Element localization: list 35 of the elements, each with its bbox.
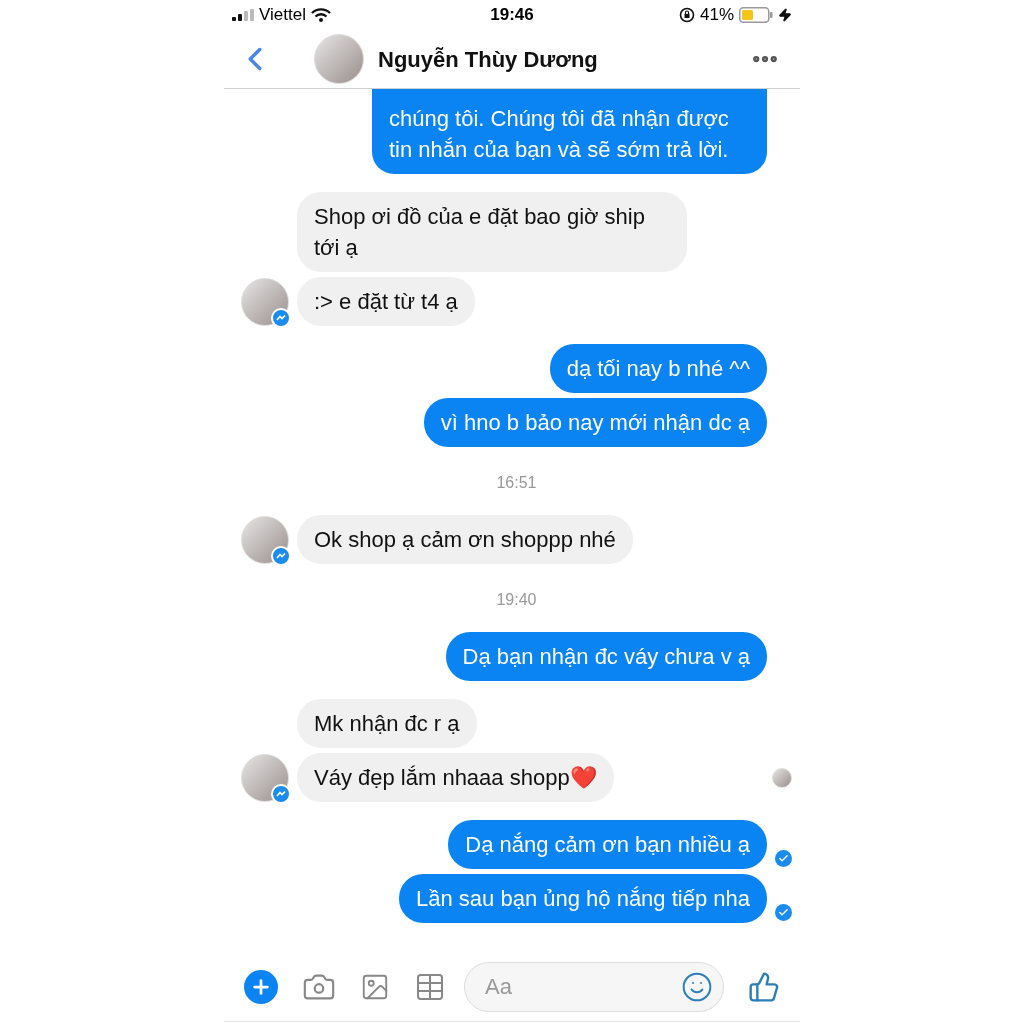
avatar xyxy=(241,754,289,802)
sent-message-bubble: dạ tối nay b nhé ^^ xyxy=(549,344,767,393)
received-message-bubble: Ok shop ạ cảm ơn shoppp nhé xyxy=(297,515,633,564)
messenger-badge-icon xyxy=(271,308,291,328)
message-input-field[interactable]: Aa xyxy=(485,970,681,1003)
avatar xyxy=(241,278,289,326)
emoji-icon[interactable] xyxy=(681,970,713,1003)
received-message-bubble: Mk nhận đc r ạ xyxy=(297,699,477,748)
add-icon[interactable] xyxy=(244,969,278,1004)
sent-message-bubble: Dạ nắng cảm ơn bạn nhiều ạ xyxy=(448,820,767,869)
clock-time: 19:46 xyxy=(489,4,535,27)
thumbs-up-icon[interactable] xyxy=(748,970,780,1003)
message-field[interactable]: Aa xyxy=(464,961,724,1012)
timestamp: 16:51 xyxy=(496,473,537,493)
sent-message-bubble: Dạ bạn nhận đc váy chưa v ạ xyxy=(445,632,767,681)
sent-message-bubble: chúng tôi. Chúng tôi đã nhận được tin nhắn của bạn và sẽ sớm trả lời. xyxy=(372,89,767,174)
battery-icon xyxy=(739,7,773,23)
battery-percent: 41% xyxy=(699,4,734,27)
charging-icon xyxy=(778,8,792,22)
received-message-bubble: :> e đặt từ t4 ạ xyxy=(297,277,475,326)
contact-avatar xyxy=(314,34,364,84)
carrier-name: Viettel xyxy=(259,4,306,27)
signal-icon xyxy=(232,9,254,21)
timestamp: 19:40 xyxy=(496,590,537,610)
received-message-bubble: Váy đẹp lắm nhaaa shopp❤ xyxy=(297,753,614,802)
seen-avatar xyxy=(772,767,792,788)
orientation-lock-icon xyxy=(678,7,695,23)
avatar xyxy=(241,516,289,564)
wifi-icon xyxy=(310,8,331,22)
sent-message-bubble: vì hno b bảo nay mới nhận dc ạ xyxy=(423,398,767,447)
messenger-badge-icon xyxy=(271,546,291,566)
received-message-bubble: Shop ơi đồ của e đặt bao giờ ship tới ạ xyxy=(297,192,687,272)
sent-message-bubble: Lần sau bạn ủng hộ nắng tiếp nha xyxy=(399,874,767,923)
messenger-badge-icon xyxy=(271,784,291,804)
contact-name[interactable]: Nguyễn Thùy Dương xyxy=(378,42,598,76)
